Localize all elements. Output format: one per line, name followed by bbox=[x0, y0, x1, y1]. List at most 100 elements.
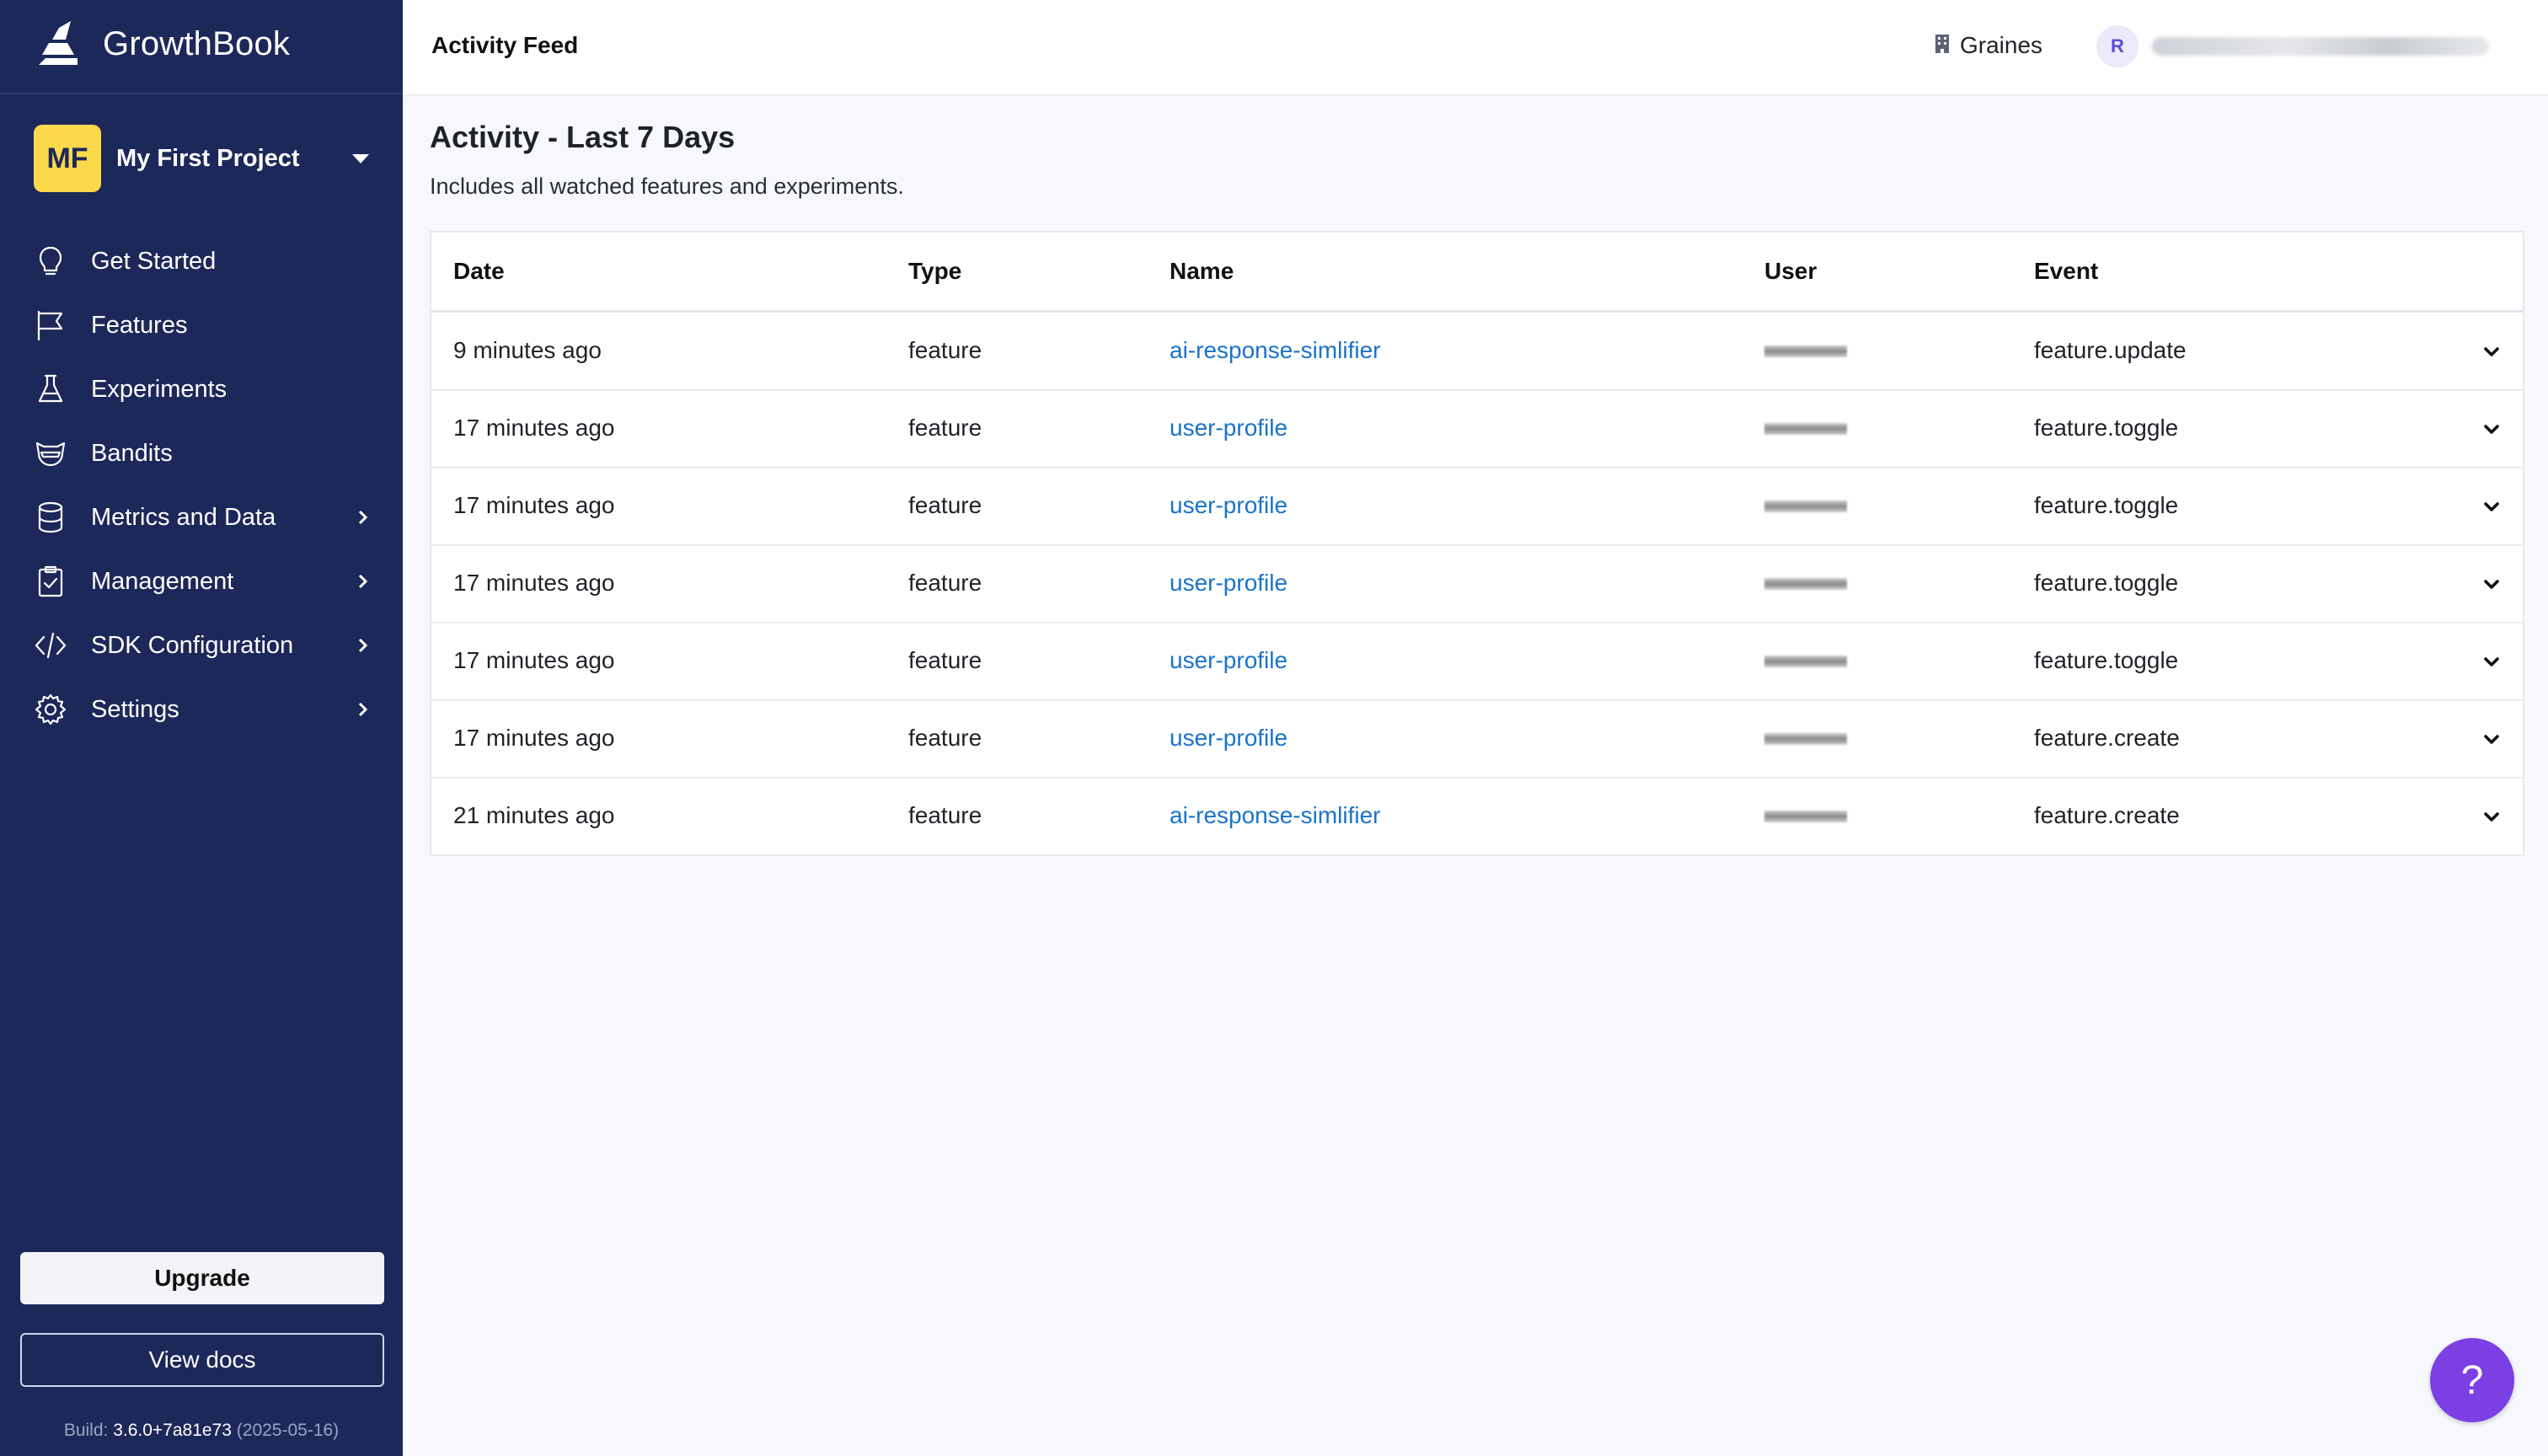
expand-row-button[interactable] bbox=[2477, 647, 2506, 676]
sidebar-item-features[interactable]: Features bbox=[0, 293, 403, 357]
column-header-date: Date bbox=[453, 258, 505, 284]
build-info: Build: 3.6.0+7a81e73 (2025-05-16) bbox=[0, 1421, 403, 1441]
code-icon bbox=[34, 629, 67, 662]
chevron-down-icon bbox=[2484, 657, 2499, 666]
sidebar-item-label: Experiments bbox=[91, 375, 228, 403]
user-redacted bbox=[1764, 500, 1847, 512]
name-link[interactable]: ai-response-simlifier bbox=[1170, 802, 1381, 829]
user-redacted bbox=[1764, 656, 1847, 667]
gear-icon bbox=[34, 693, 67, 726]
sidebar-item-sdk-configuration[interactable]: SDK Configuration bbox=[0, 613, 403, 677]
event-cell: feature.toggle bbox=[2034, 415, 2179, 441]
expand-row-button[interactable] bbox=[2477, 570, 2506, 598]
chevron-right-icon bbox=[354, 573, 371, 594]
event-cell: feature.toggle bbox=[2034, 492, 2179, 518]
sidebar-item-label: Get Started bbox=[91, 247, 217, 275]
column-header-event: Event bbox=[2034, 258, 2099, 284]
sidebar-item-label: SDK Configuration bbox=[91, 631, 294, 659]
org-switcher[interactable]: Graines bbox=[1933, 32, 2042, 59]
clipboard-icon bbox=[34, 565, 67, 598]
column-header-name: Name bbox=[1170, 258, 1234, 284]
project-selector[interactable]: MF My First Project bbox=[34, 125, 379, 192]
table-row: 21 minutes ago feature ai-response-simli… bbox=[431, 777, 2523, 854]
event-cell: feature.create bbox=[2034, 725, 2180, 751]
expand-row-button[interactable] bbox=[2477, 415, 2506, 443]
database-icon bbox=[34, 500, 67, 534]
name-link[interactable]: user-profile bbox=[1170, 725, 1287, 752]
org-name: Graines bbox=[1960, 32, 2043, 58]
name-link[interactable]: user-profile bbox=[1170, 492, 1287, 519]
table-row: 17 minutes ago feature user-profile feat… bbox=[431, 544, 2523, 624]
table-row: 17 minutes ago feature user-profile feat… bbox=[431, 699, 2523, 779]
type-cell: feature bbox=[908, 802, 982, 828]
bandit-icon bbox=[34, 436, 67, 470]
sidebar: GrowthBook MF My First Project Get Start… bbox=[0, 0, 403, 1456]
date-cell: 9 minutes ago bbox=[453, 337, 602, 363]
type-cell: feature bbox=[908, 647, 982, 673]
table-row: 9 minutes ago feature ai-response-simlif… bbox=[431, 312, 2523, 391]
sidebar-item-label: Bandits bbox=[91, 439, 173, 467]
user-redacted bbox=[1764, 345, 1847, 357]
user-redacted bbox=[1764, 423, 1847, 435]
build-date: (2025-05-16) bbox=[236, 1421, 340, 1440]
build-prefix: Build: bbox=[63, 1421, 109, 1440]
build-version: 3.6.0+7a81e73 bbox=[113, 1421, 232, 1440]
event-cell: feature.create bbox=[2034, 802, 2180, 828]
event-cell: feature.toggle bbox=[2034, 647, 2179, 673]
sidebar-nav: Get Started Features Experiments Bandits… bbox=[0, 229, 403, 741]
sidebar-item-experiments[interactable]: Experiments bbox=[0, 357, 403, 421]
chevron-down-icon bbox=[2484, 347, 2499, 356]
sidebar-item-label: Management bbox=[91, 567, 234, 595]
building-icon bbox=[1933, 33, 1951, 59]
type-cell: feature bbox=[908, 415, 982, 441]
event-cell: feature.toggle bbox=[2034, 570, 2179, 596]
sidebar-item-bandits[interactable]: Bandits bbox=[0, 421, 403, 485]
divider bbox=[0, 93, 403, 94]
expand-row-button[interactable] bbox=[2477, 492, 2506, 521]
date-cell: 17 minutes ago bbox=[453, 570, 615, 596]
help-button[interactable]: ? bbox=[2430, 1338, 2514, 1422]
project-name: My First Project bbox=[116, 144, 300, 172]
user-redacted bbox=[1764, 811, 1847, 822]
sidebar-item-management[interactable]: Management bbox=[0, 549, 403, 613]
expand-row-button[interactable] bbox=[2477, 802, 2506, 831]
page-subtitle: Includes all watched features and experi… bbox=[430, 174, 904, 199]
table-header: Date Type Name User Event bbox=[431, 233, 2523, 313]
flag-icon bbox=[34, 308, 67, 342]
date-cell: 17 minutes ago bbox=[453, 647, 615, 673]
project-avatar: MF bbox=[34, 125, 101, 192]
chevron-down-icon bbox=[2484, 502, 2499, 511]
user-name-redacted[interactable] bbox=[2152, 37, 2489, 56]
type-cell: feature bbox=[908, 337, 982, 363]
upgrade-button[interactable]: Upgrade bbox=[20, 1252, 384, 1304]
date-cell: 21 minutes ago bbox=[453, 802, 615, 828]
beaker-icon bbox=[34, 372, 67, 406]
sidebar-item-label: Settings bbox=[91, 695, 179, 723]
chevron-down-icon bbox=[2484, 425, 2499, 434]
table-row: 17 minutes ago feature user-profile feat… bbox=[431, 467, 2523, 546]
name-link[interactable]: ai-response-simlifier bbox=[1170, 337, 1381, 364]
top-bar: Activity Feed Graines R bbox=[403, 0, 2548, 96]
date-cell: 17 minutes ago bbox=[453, 415, 615, 441]
column-header-user: User bbox=[1764, 258, 1817, 284]
brand-name: GrowthBook bbox=[103, 24, 291, 62]
user-redacted bbox=[1764, 733, 1847, 745]
chevron-right-icon bbox=[354, 637, 371, 658]
date-cell: 17 minutes ago bbox=[453, 492, 615, 518]
expand-row-button[interactable] bbox=[2477, 337, 2506, 366]
type-cell: feature bbox=[908, 570, 982, 596]
brand-logo-link[interactable]: GrowthBook bbox=[34, 15, 290, 72]
column-header-type: Type bbox=[908, 258, 962, 284]
expand-row-button[interactable] bbox=[2477, 725, 2506, 753]
view-docs-button[interactable]: View docs bbox=[20, 1333, 384, 1387]
user-avatar[interactable]: R bbox=[2096, 25, 2138, 67]
sidebar-item-get-started[interactable]: Get Started bbox=[0, 229, 403, 293]
name-link[interactable]: user-profile bbox=[1170, 570, 1287, 597]
chevron-down-icon bbox=[2484, 735, 2499, 744]
table-row: 17 minutes ago feature user-profile feat… bbox=[431, 622, 2523, 701]
sidebar-item-metrics-and-data[interactable]: Metrics and Data bbox=[0, 485, 403, 549]
name-link[interactable]: user-profile bbox=[1170, 415, 1287, 442]
chevron-right-icon bbox=[354, 701, 371, 722]
sidebar-item-settings[interactable]: Settings bbox=[0, 677, 403, 741]
name-link[interactable]: user-profile bbox=[1170, 647, 1287, 674]
